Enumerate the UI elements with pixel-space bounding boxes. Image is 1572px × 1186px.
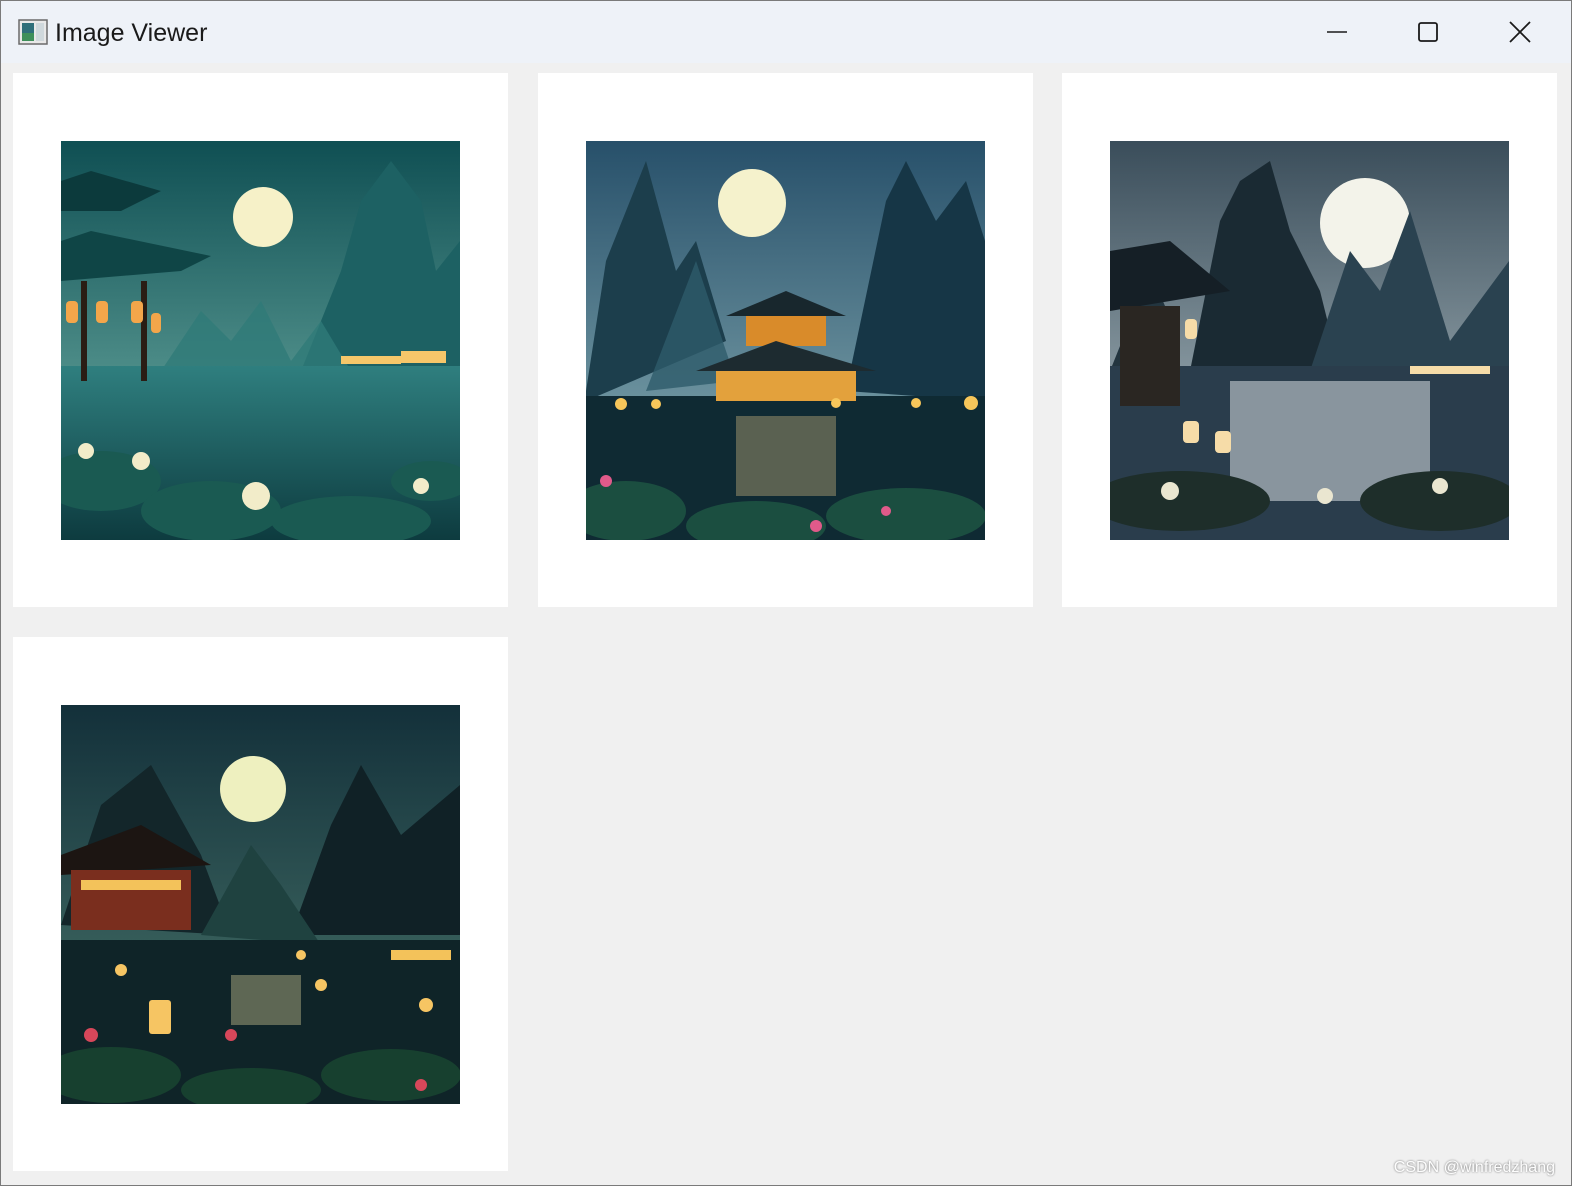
close-icon [1509, 21, 1531, 43]
image-thumbnail-2[interactable] [586, 141, 985, 540]
image-tile-1[interactable] [13, 73, 508, 607]
image-thumbnail-3[interactable] [1110, 141, 1509, 540]
maximize-icon [1418, 22, 1438, 42]
title-bar[interactable]: Image Viewer [1, 1, 1571, 63]
image-thumbnail-4[interactable] [61, 705, 460, 1104]
image-tile-3[interactable] [1062, 73, 1557, 607]
image-grid [1, 63, 1571, 1185]
maximize-button[interactable] [1382, 1, 1474, 63]
minimize-button[interactable] [1291, 1, 1383, 63]
image-thumbnail-1[interactable] [61, 141, 460, 540]
window-title: Image Viewer [55, 19, 208, 47]
close-button[interactable] [1474, 1, 1566, 63]
watermark: CSDN @winfredzhang [1393, 1159, 1555, 1176]
image-tile-4[interactable] [13, 637, 508, 1171]
minimize-icon [1327, 31, 1347, 33]
image-tile-2[interactable] [538, 73, 1033, 607]
image-viewer-window: Image Viewer CSDN @winfredzhang [0, 0, 1572, 1186]
app-icon [18, 19, 48, 45]
